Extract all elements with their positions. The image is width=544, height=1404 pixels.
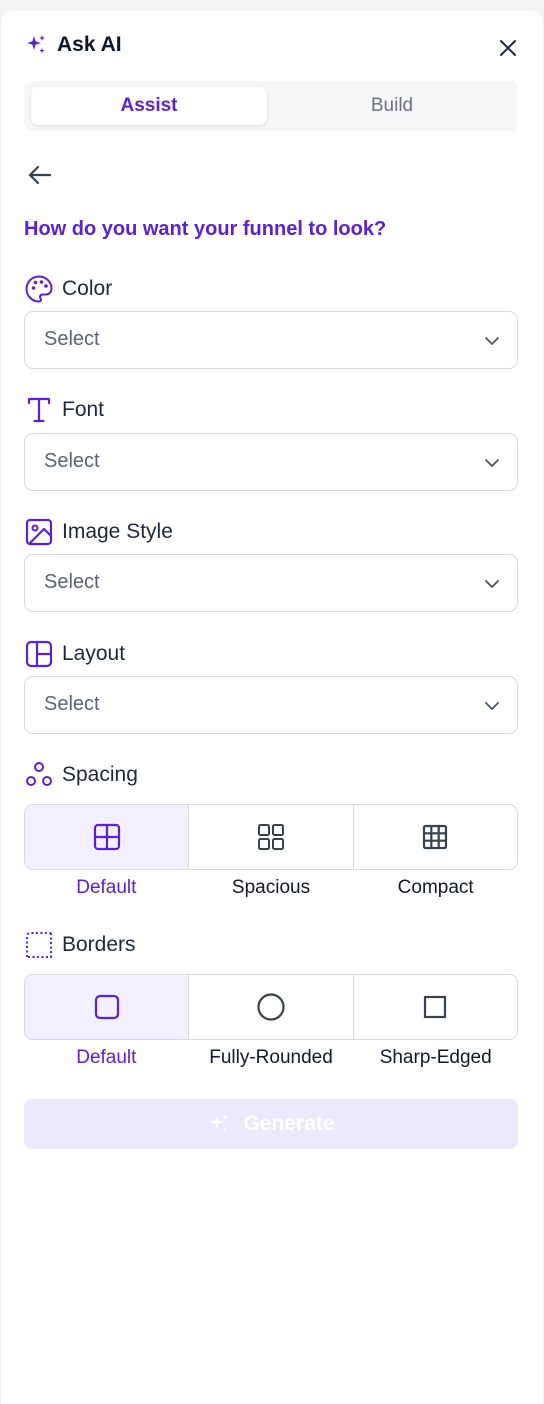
image-style-select-value: Select	[44, 571, 100, 593]
borders-option-labels: Default Fully-Rounded Sharp-Edged	[24, 1047, 518, 1073]
image-style-select[interactable]: Select	[24, 554, 518, 612]
image-icon	[25, 518, 53, 546]
circle-icon	[257, 993, 285, 1021]
borders-options	[24, 974, 518, 1040]
ask-ai-panel: Ask AI Assist Build How do you want your…	[0, 11, 543, 1404]
spacing-option-default[interactable]	[25, 805, 190, 869]
image-style-label: Image Style	[24, 517, 173, 547]
spacing-icon	[26, 762, 52, 786]
border-style-icon	[26, 932, 52, 958]
back-arrow-icon[interactable]	[26, 161, 54, 189]
borders-option-default[interactable]	[25, 975, 190, 1039]
borders-sharp-edged-label[interactable]: Sharp-Edged	[353, 1047, 518, 1073]
generate-button-label: Generate	[243, 1112, 335, 1135]
spacing-label-text: Spacing	[62, 763, 138, 786]
font-select[interactable]: Select	[24, 433, 518, 491]
tab-build[interactable]: Build	[274, 87, 510, 125]
chevron-down-icon	[485, 580, 499, 588]
sparkles-icon	[210, 1114, 229, 1133]
panel-header: Ask AI	[24, 31, 519, 63]
type-icon	[27, 397, 51, 423]
square-icon	[424, 995, 447, 1019]
layout-label: Layout	[24, 639, 125, 669]
chevron-down-icon	[485, 702, 499, 710]
color-select[interactable]: Select	[24, 311, 518, 369]
palette-icon	[25, 275, 53, 303]
spacing-spacious-label[interactable]: Spacious	[189, 877, 354, 903]
spacing-option-compact[interactable]	[354, 805, 517, 869]
color-select-value: Select	[44, 328, 100, 350]
spacing-options	[24, 804, 518, 870]
spacing-label: Spacing	[24, 760, 138, 790]
close-icon[interactable]	[497, 37, 519, 59]
grid-default-icon	[93, 823, 120, 851]
layout-icon	[25, 640, 53, 668]
font-label-text: Font	[62, 398, 105, 421]
chevron-down-icon	[485, 337, 499, 345]
borders-default-label[interactable]: Default	[24, 1047, 189, 1073]
color-label-text: Color	[62, 277, 113, 300]
layout-label-text: Layout	[62, 642, 126, 665]
grid-compact-icon	[423, 824, 448, 850]
generate-button[interactable]: Generate	[24, 1099, 518, 1149]
spacing-option-labels: Default Spacious Compact	[24, 877, 518, 903]
borders-label-text: Borders	[62, 933, 136, 956]
borders-option-sharp-edged[interactable]	[354, 975, 517, 1039]
grid-spacious-icon	[257, 824, 284, 850]
color-label: Color	[24, 274, 112, 304]
borders-label: Borders	[24, 930, 136, 960]
borders-option-fully-rounded[interactable]	[189, 975, 354, 1039]
rounded-square-icon	[94, 994, 119, 1020]
chevron-down-icon	[485, 459, 499, 467]
spacing-compact-label[interactable]: Compact	[353, 877, 518, 903]
spacing-default-label[interactable]: Default	[24, 877, 189, 903]
font-select-value: Select	[44, 450, 100, 472]
panel-title: Ask AI	[57, 33, 122, 56]
tab-assist[interactable]: Assist	[31, 87, 267, 125]
mode-tabs: Assist Build	[24, 81, 518, 131]
layout-select[interactable]: Select	[24, 676, 518, 734]
sparkles-icon	[27, 35, 45, 54]
section-question: How do you want your funnel to look?	[24, 218, 387, 240]
image-style-label-text: Image Style	[62, 520, 173, 543]
layout-select-value: Select	[44, 693, 100, 715]
borders-fully-rounded-label[interactable]: Fully-Rounded	[189, 1047, 354, 1073]
font-label: Font	[24, 395, 104, 425]
spacing-option-spacious[interactable]	[189, 805, 354, 869]
